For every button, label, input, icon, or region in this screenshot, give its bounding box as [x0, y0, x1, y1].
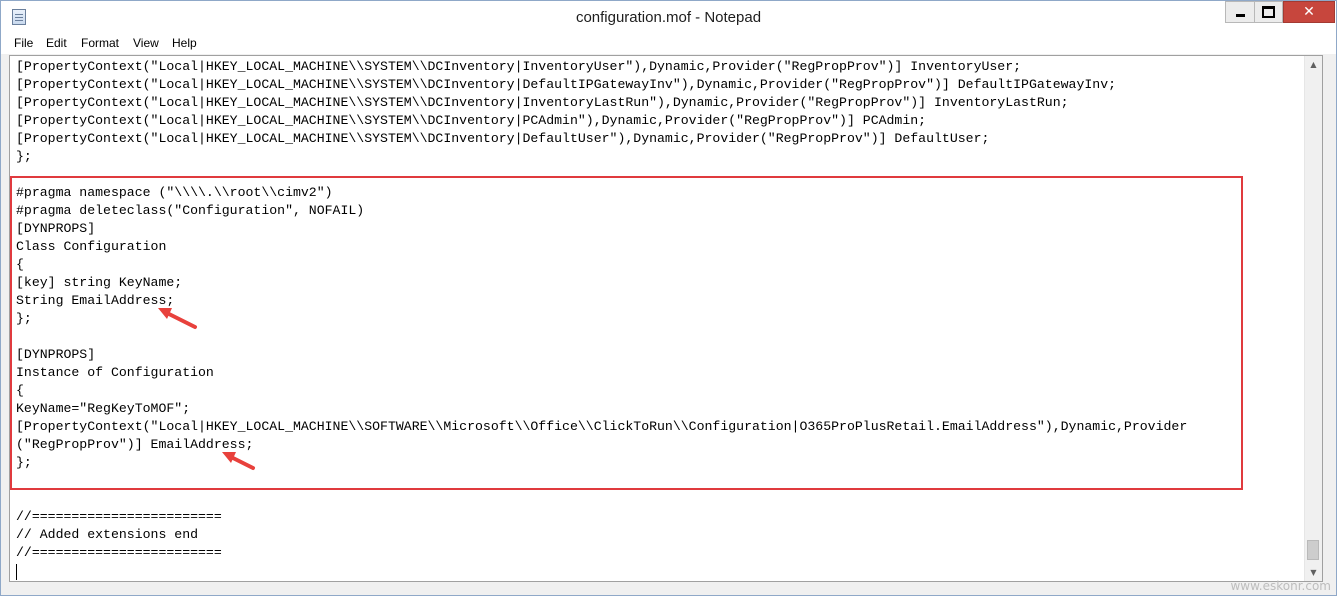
vertical-scrollbar[interactable]: ▲ ▼: [1304, 56, 1322, 581]
scroll-down-arrow-icon: ▼: [1310, 568, 1317, 577]
text-line: //========================: [16, 545, 222, 560]
close-icon: ✕: [1303, 4, 1315, 20]
text-line: [PropertyContext("Local|HKEY_LOCAL_MACHI…: [16, 113, 927, 128]
menu-file[interactable]: File: [14, 36, 33, 50]
maximize-button[interactable]: [1255, 1, 1283, 23]
text-line: [PropertyContext("Local|HKEY_LOCAL_MACHI…: [16, 95, 1069, 110]
minimize-button[interactable]: [1225, 1, 1255, 23]
close-button[interactable]: ✕: [1283, 1, 1335, 23]
arrow-annotation-icon: [222, 452, 255, 470]
menu-format[interactable]: Format: [81, 36, 119, 50]
scrollbar-thumb[interactable]: [1307, 540, 1319, 560]
window-title: configuration.mof - Notepad: [575, 9, 762, 26]
minimize-icon: [1235, 13, 1245, 17]
menu-help[interactable]: Help: [172, 36, 197, 50]
text-line: [PropertyContext("Local|HKEY_LOCAL_MACHI…: [16, 77, 1117, 92]
arrow-annotation-icon: [158, 308, 197, 329]
menu-bar: File Edit Format View Help: [1, 33, 1336, 55]
watermark-text: www.eskonr.com: [1230, 579, 1331, 593]
text-caret: [16, 564, 17, 580]
scroll-up-arrow-icon: ▲: [1310, 60, 1317, 69]
text-line: [PropertyContext("Local|HKEY_LOCAL_MACHI…: [16, 59, 1022, 74]
text-line: };: [16, 149, 32, 164]
title-bar[interactable]: configuration.mof - Notepad ✕: [1, 1, 1336, 33]
menu-edit[interactable]: Edit: [46, 36, 67, 50]
menu-view[interactable]: View: [133, 36, 159, 50]
text-line: [PropertyContext("Local|HKEY_LOCAL_MACHI…: [16, 131, 990, 146]
text-line: // Added extensions end: [16, 527, 199, 542]
text-line: [16, 490, 1187, 508]
text-line: [16, 562, 1187, 580]
text-line: //========================: [16, 509, 222, 524]
status-strip: [1, 583, 1336, 595]
maximize-icon: [1262, 6, 1275, 18]
scroll-up-button[interactable]: ▲: [1305, 56, 1322, 73]
